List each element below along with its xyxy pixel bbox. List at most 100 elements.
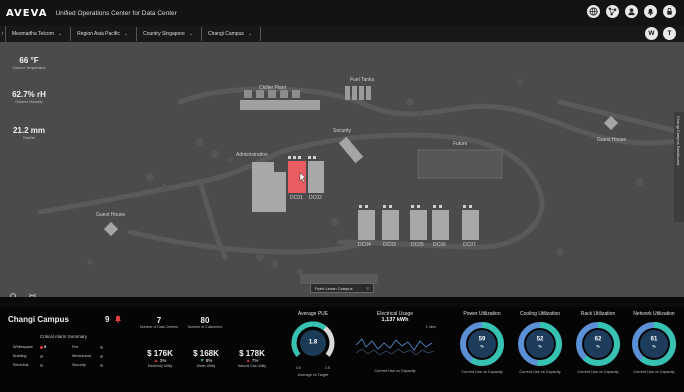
weather-humidity: 62.7% rH Outdoor Humidity [8, 90, 50, 104]
campus-switch-tab[interactable]: Ppeh Lehan Campus ≡ [310, 283, 374, 293]
cooling-utilization-subtitle: Current Use vs Capacity [519, 370, 561, 374]
humidity-value: 62.7% rH [12, 90, 46, 99]
temperature-label: Outdoor Temperature [12, 66, 46, 70]
map-label-future: Future [453, 141, 468, 147]
map-label-security: Security [333, 128, 352, 134]
rainfall-label: Rainfall [23, 136, 35, 140]
customer-count-value: 80 [200, 316, 210, 325]
cooling-utilization-card[interactable]: Cooling Utilization 52% Current Use vs C… [512, 311, 568, 374]
cooling-utilization-title: Cooling Utilization [519, 311, 561, 317]
alarm-electrical-label: Electrical [13, 363, 29, 367]
map-label-dc05[interactable]: DC05 [411, 242, 424, 248]
weather-temperature: 66 °F Outdoor Temperature [8, 56, 50, 70]
breadcrumb-item-company[interactable]: Mesmadha Telcom ⌄ [6, 27, 72, 41]
user-icon[interactable] [625, 5, 638, 18]
user-badge-w[interactable]: W [645, 27, 658, 40]
alarm-whitespace-count: 9 [44, 344, 47, 349]
chevron-down-icon: ⌄ [188, 31, 193, 37]
power-utilization-subtitle: Current Use vs Capacity [461, 370, 503, 374]
campus-kpi-panel: Changi Campus 9 Critical Alarm Summary W… [0, 307, 684, 392]
pue-card[interactable]: Average PUE 1.8 0.5 2.5 Average vs Targe… [282, 311, 344, 377]
power-utilization-value: 59 [478, 336, 486, 343]
alarm-building-label: Building [13, 354, 27, 358]
map-label-dc04[interactable]: DC04 [358, 242, 371, 248]
datacenter-count: 7 Number of Data Centers [140, 316, 178, 329]
breadcrumb-item-country[interactable]: Country Singapore ⌄ [137, 27, 202, 41]
pue-max: 2.5 [325, 366, 330, 370]
aveva-logo: AVEVA [6, 7, 48, 19]
percent-unit: % [596, 343, 600, 349]
user-badge-t[interactable]: T [663, 27, 676, 40]
pue-title: Average PUE [297, 311, 329, 317]
percent-unit: % [480, 343, 484, 349]
network-utilization-card[interactable]: Network Utilization 61% Current Use vs C… [626, 311, 682, 374]
user-badges: W T [645, 27, 676, 40]
alarm-summary-title: Critical Alarm Summary [40, 334, 88, 339]
pue-subtitle: Average vs Target [297, 373, 329, 377]
network-utilization-subtitle: Current Use vs Capacity [633, 370, 675, 374]
breadcrumb-label: Region Asia Pacific [77, 31, 120, 37]
dashboard-side-tab[interactable]: Changi Campus Dashboard [674, 112, 684, 222]
map-label-administration: Administration [236, 152, 268, 158]
campus-alarm-count: 9 [105, 315, 110, 324]
map-label-guest-house-left: Guest House [96, 212, 126, 218]
network-icon[interactable] [606, 5, 619, 18]
breadcrumb-item-campus[interactable]: Changi Campus ⌄ [202, 27, 262, 41]
alarm-whitespace-indicator [40, 346, 43, 349]
natural-gas-utility: $ 178K ▲ 7% Natural Gas Utility [232, 349, 272, 368]
lock-icon[interactable] [663, 5, 676, 18]
rack-utilization-subtitle: Current Use vs Capacity [577, 370, 619, 374]
bell-icon[interactable] [644, 5, 657, 18]
alarm-fire-label: Fire [72, 345, 79, 349]
gas-delta: 7% [251, 358, 259, 363]
campus-map[interactable]: Chiller Plant Fuel Tanks Security Admini… [0, 42, 684, 297]
app-header: AVEVA Unified Operations Center for Data… [0, 0, 684, 26]
breadcrumb-label: Country Singapore [143, 31, 185, 37]
map-label-dc06[interactable]: DC06 [433, 242, 446, 248]
rack-utilization-card[interactable]: Rack Utilization 62% Current Use vs Capa… [570, 311, 626, 374]
alarm-mechanical-label: Mechanical [72, 354, 92, 358]
map-label-dc02[interactable]: DC02 [309, 195, 322, 201]
breadcrumb-item-region[interactable]: Region Asia Pacific ⌄ [71, 27, 138, 41]
campus-switch-label: Ppeh Lehan Campus [315, 285, 353, 291]
globe-icon[interactable] [587, 5, 600, 18]
alarm-bell-icon[interactable] [114, 314, 122, 323]
map-label-dc07[interactable]: DC07 [463, 242, 476, 248]
percent-unit: % [652, 343, 656, 349]
power-utilization-card[interactable]: Power Utilization 59% Current Use vs Cap… [454, 311, 510, 374]
electrical-sparkline [355, 338, 435, 356]
chevron-down-icon: ⌄ [57, 31, 63, 37]
map-label-chiller-plant: Chiller Plant [259, 85, 286, 91]
water-cost: $ 168K [193, 349, 219, 358]
customer-count-label: Number of Customers [187, 325, 223, 329]
rack-utilization-title: Rack Utilization [580, 311, 616, 317]
map-label-dc01[interactable]: DC01 [290, 195, 303, 201]
water-label: Water Utility [196, 364, 216, 368]
pue-min: 0.5 [296, 366, 301, 370]
map-label-fuel-tanks: Fuel Tanks [350, 77, 375, 83]
pue-value: 1.8 [308, 339, 318, 346]
alarm-security-indicator [100, 364, 103, 367]
electricity-cost: $ 176K [147, 349, 173, 358]
weather-rainfall: 21.2 mm Rainfall [8, 126, 50, 140]
datacenter-count-label: Number of Data Centers [140, 325, 178, 329]
temperature-value: 66 °F [19, 56, 39, 65]
side-tab-label: Changi Campus Dashboard [676, 116, 681, 166]
electrical-usage-card[interactable]: Electrical Usage 1,137 kWh 1 mins Curren… [350, 311, 440, 373]
menu-icon: ≡ [366, 285, 369, 291]
app-title: Unified Operations Center for Data Cente… [55, 9, 177, 17]
alarm-whitespace-label: Whitespace [13, 345, 33, 349]
network-utilization-value: 61 [650, 336, 658, 343]
water-delta: 8% [205, 358, 213, 363]
network-utilization-title: Network Utilization [633, 311, 675, 317]
electrical-subtitle: Current Use vs Capacity [374, 369, 416, 373]
datacenter-count-value: 7 [156, 316, 162, 325]
map-label-dc03[interactable]: DC03 [383, 242, 396, 248]
campus-title: Changi Campus [8, 315, 69, 324]
alarm-building-indicator [40, 355, 43, 358]
humidity-label: Outdoor Humidity [15, 100, 43, 104]
power-utilization-title: Power Utilization [463, 311, 501, 317]
gas-label: Natural Gas Utility [237, 364, 267, 368]
rack-utilization-value: 62 [594, 336, 602, 343]
alarm-fire-indicator [100, 346, 103, 349]
